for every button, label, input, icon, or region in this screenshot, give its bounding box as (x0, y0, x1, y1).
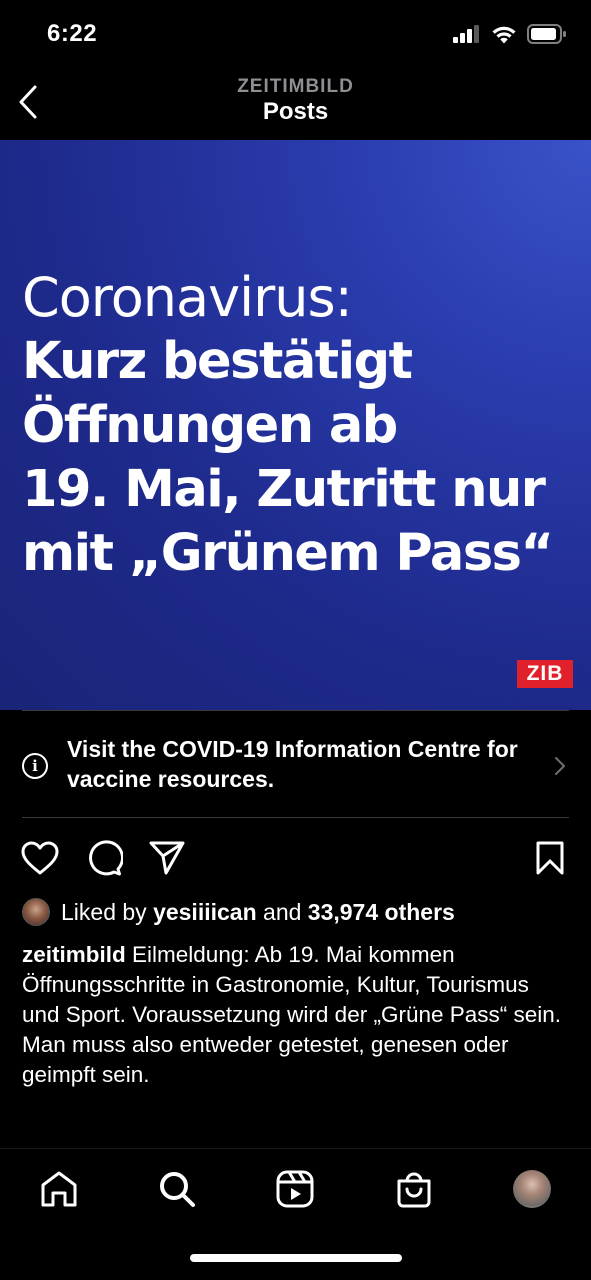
tab-home[interactable] (37, 1167, 81, 1211)
account-name[interactable]: ZEITIMBILD (0, 76, 591, 98)
status-icons (453, 24, 567, 44)
liker-username[interactable]: yesiiiican (153, 899, 257, 925)
post-caption: zeitimbild Eilmeldung: Ab 19. Mai kommen… (22, 940, 562, 1090)
header-titles: ZEITIMBILD Posts (0, 76, 591, 126)
tab-shop[interactable] (392, 1167, 436, 1211)
comment-button[interactable] (84, 838, 124, 878)
reels-icon (276, 1170, 314, 1208)
profile-avatar (513, 1170, 551, 1208)
chevron-right-icon (555, 757, 565, 775)
save-button[interactable] (530, 838, 570, 878)
like-button[interactable] (20, 838, 60, 878)
tab-profile[interactable] (510, 1167, 554, 1211)
divider (22, 817, 569, 818)
status-bar: 6:22 (0, 0, 591, 70)
likes-count[interactable]: 33,974 others (308, 899, 455, 925)
likes-and: and (263, 898, 302, 925)
info-icon: i (22, 753, 48, 779)
comment-icon (89, 840, 123, 876)
home-indicator[interactable] (190, 1254, 402, 1262)
covid-info-banner[interactable]: i Visit the COVID-19 Information Centre … (0, 722, 591, 816)
post-image[interactable]: Coronavirus: Kurz bestätigt Öffnungen ab… (0, 140, 591, 710)
shop-icon (397, 1172, 431, 1208)
divider (22, 710, 569, 711)
covid-info-text: Visit the COVID-19 Information Centre fo… (67, 736, 518, 792)
header: ZEITIMBILD Posts (0, 70, 591, 140)
tab-reels[interactable] (273, 1167, 317, 1211)
share-button[interactable] (147, 838, 187, 878)
home-icon (41, 1171, 77, 1207)
bookmark-icon (536, 841, 564, 875)
zib-logo: ZIB (517, 660, 573, 688)
status-time: 6:22 (47, 20, 98, 47)
post-headline: Coronavirus: Kurz bestätigt Öffnungen ab… (22, 266, 582, 586)
page-title: Posts (262, 98, 329, 125)
likes-prefix: Liked by (61, 898, 147, 925)
liker-avatar (22, 898, 50, 926)
likes-text: Liked by yesiiiican and 33,974 others (61, 899, 455, 926)
post-actions (0, 830, 591, 886)
headline-topic: Coronavirus: (22, 266, 353, 329)
caption-username[interactable]: zeitimbild (22, 942, 126, 967)
wifi-icon (492, 26, 516, 43)
tab-search[interactable] (155, 1167, 199, 1211)
heart-icon (21, 841, 59, 875)
headline-text: Kurz bestätigt Öffnungen ab 19. Mai, Zut… (22, 332, 554, 583)
battery-icon (527, 24, 566, 44)
cellular-signal-icon (453, 25, 479, 43)
send-icon (149, 841, 185, 875)
likes-row[interactable]: Liked by yesiiiican and 33,974 others (22, 896, 455, 928)
search-icon (160, 1172, 195, 1207)
